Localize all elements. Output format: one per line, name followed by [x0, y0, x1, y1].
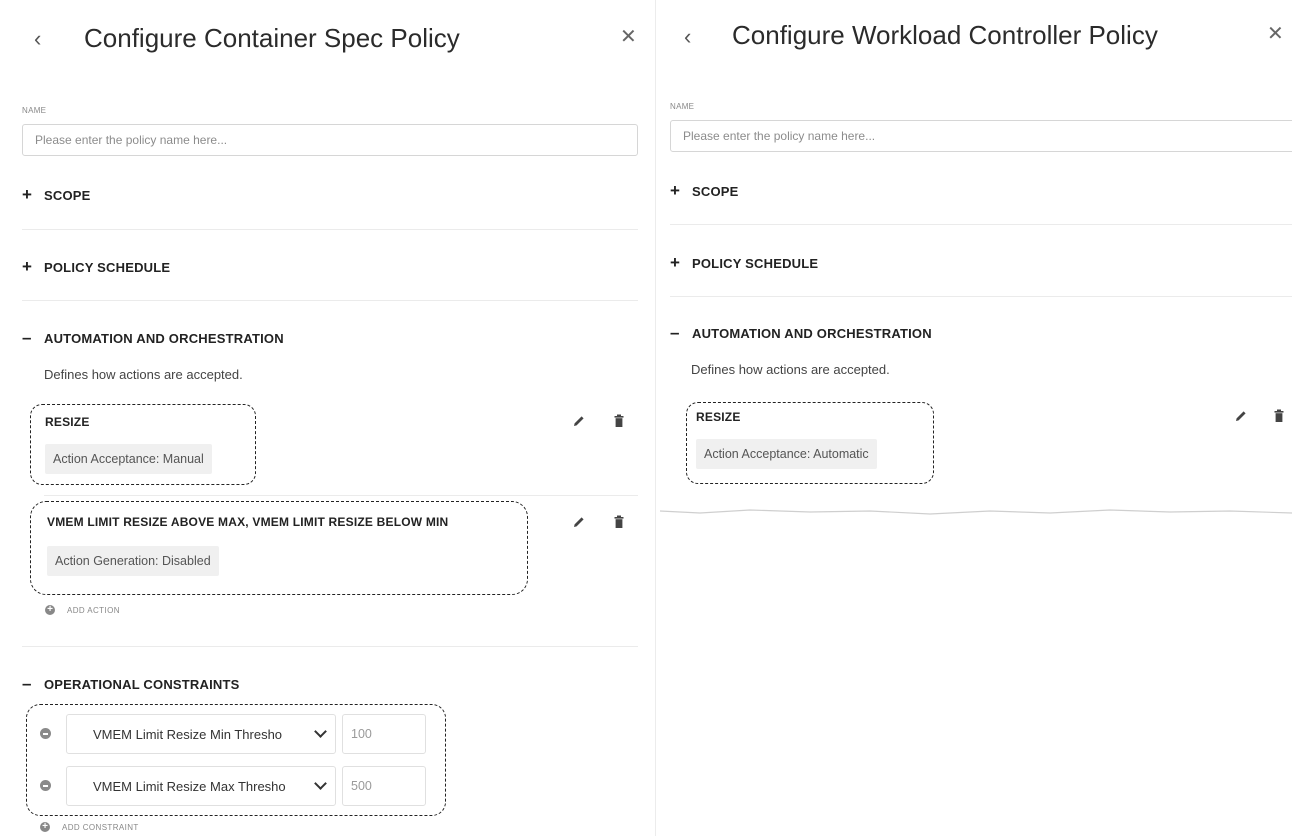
plus-circle-icon: +: [40, 822, 50, 832]
operational-constraints-section-toggle[interactable]: – OPERATIONAL CONSTRAINTS: [22, 674, 240, 694]
pencil-icon[interactable]: [572, 414, 586, 428]
action-title-resize: RESIZE: [45, 415, 90, 429]
back-button[interactable]: ‹: [34, 26, 41, 52]
workload-controller-policy-panel: ‹ Configure Workload Controller Policy ✕…: [660, 0, 1292, 518]
trash-icon[interactable]: [614, 515, 624, 529]
automation-section-label: AUTOMATION AND ORCHESTRATION: [692, 325, 932, 341]
scope-section-label: SCOPE: [44, 187, 91, 203]
panel-header: ‹ Configure Workload Controller Policy ✕: [660, 0, 1292, 80]
minus-circle-icon[interactable]: [40, 728, 51, 739]
container-spec-policy-panel: ‹ Configure Container Spec Policy ✕ NAME…: [0, 0, 652, 836]
policy-schedule-section-label: POLICY SCHEDULE: [44, 259, 171, 275]
action-setting-chip: Action Generation: Disabled: [47, 546, 219, 576]
divider: [670, 224, 1292, 225]
scope-section-toggle[interactable]: + SCOPE: [670, 181, 739, 201]
constraint-select[interactable]: VMEM Limit Resize Min Thresho: [66, 714, 336, 754]
add-action-button[interactable]: + ADD ACTION: [45, 605, 120, 615]
add-constraint-button[interactable]: + ADD CONSTRAINT: [40, 822, 139, 832]
divider: [670, 296, 1292, 297]
page-title: Configure Container Spec Policy: [84, 23, 460, 53]
collapse-icon: –: [22, 328, 32, 347]
expand-icon: +: [22, 185, 32, 204]
constraint-select-value: VMEM Limit Resize Min Thresho: [93, 726, 283, 742]
page-title: Configure Workload Controller Policy: [732, 20, 1158, 50]
chevron-down-icon: [314, 725, 327, 738]
add-action-label: ADD ACTION: [67, 605, 120, 615]
expand-icon: +: [670, 253, 680, 272]
divider: [22, 229, 638, 230]
action-title-resize: RESIZE: [696, 410, 741, 424]
policy-schedule-section-toggle[interactable]: + POLICY SCHEDULE: [22, 257, 170, 277]
policy-name-input[interactable]: [670, 120, 1292, 152]
divider: [22, 646, 638, 647]
name-label: NAME: [670, 102, 695, 111]
action-title-vmem-limit: VMEM LIMIT RESIZE ABOVE MAX, VMEM LIMIT …: [47, 515, 449, 529]
close-button[interactable]: ✕: [1267, 24, 1284, 44]
chevron-down-icon: [314, 777, 327, 790]
pencil-icon[interactable]: [572, 515, 586, 529]
panel-divider: [655, 0, 656, 836]
constraint-select-value: VMEM Limit Resize Max Thresho: [93, 778, 286, 794]
back-button[interactable]: ‹: [684, 24, 691, 50]
automation-description: Defines how actions are accepted.: [44, 367, 243, 382]
plus-circle-icon: +: [45, 605, 55, 615]
policy-schedule-section-label: POLICY SCHEDULE: [692, 255, 819, 271]
automation-section-toggle[interactable]: – AUTOMATION AND ORCHESTRATION: [22, 328, 284, 348]
collapse-icon: –: [670, 323, 680, 342]
collapse-icon: –: [22, 674, 32, 693]
action-setting-chip: Action Acceptance: Manual: [45, 444, 212, 474]
policy-name-input[interactable]: [22, 124, 638, 156]
trash-icon[interactable]: [614, 414, 624, 428]
scope-section-label: SCOPE: [692, 183, 739, 199]
pencil-icon[interactable]: [1234, 409, 1248, 423]
constraint-value-input[interactable]: [342, 714, 426, 754]
divider: [22, 300, 638, 301]
action-setting-chip: Action Acceptance: Automatic: [696, 439, 877, 469]
name-label: NAME: [22, 106, 47, 115]
automation-section-toggle[interactable]: – AUTOMATION AND ORCHESTRATION: [670, 323, 932, 343]
expand-icon: +: [670, 181, 680, 200]
close-button[interactable]: ✕: [620, 27, 637, 47]
torn-edge: [660, 509, 1292, 515]
trash-icon[interactable]: [1274, 409, 1284, 423]
expand-icon: +: [22, 257, 32, 276]
scope-section-toggle[interactable]: + SCOPE: [22, 185, 91, 205]
operational-constraints-section-label: OPERATIONAL CONSTRAINTS: [44, 676, 240, 692]
panel-header: ‹ Configure Container Spec Policy ✕: [0, 0, 652, 80]
constraint-value-input[interactable]: [342, 766, 426, 806]
add-constraint-label: ADD CONSTRAINT: [62, 822, 139, 832]
automation-section-label: AUTOMATION AND ORCHESTRATION: [44, 330, 284, 346]
divider: [44, 495, 638, 496]
minus-circle-icon[interactable]: [40, 780, 51, 791]
automation-description: Defines how actions are accepted.: [691, 362, 890, 377]
policy-schedule-section-toggle[interactable]: + POLICY SCHEDULE: [670, 253, 818, 273]
constraint-select[interactable]: VMEM Limit Resize Max Thresho: [66, 766, 336, 806]
